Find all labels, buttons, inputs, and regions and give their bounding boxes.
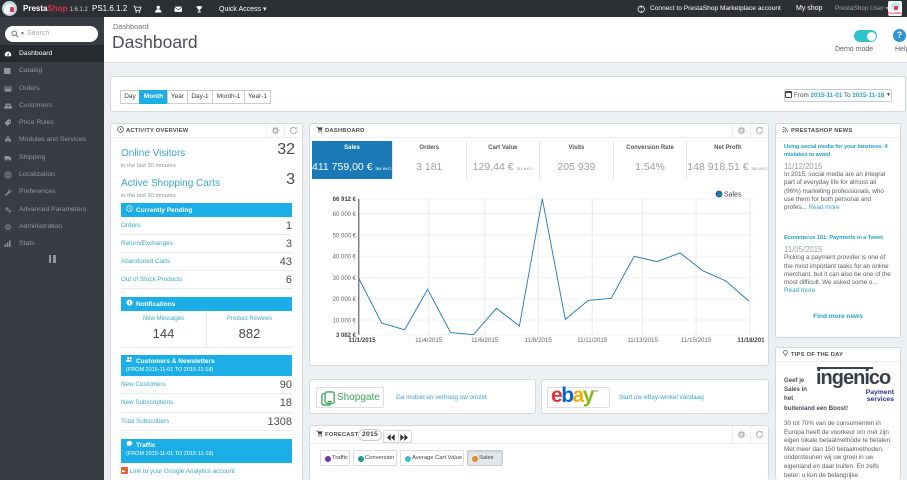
svg-text:11/18/201: 11/18/201 [737,337,765,344]
svg-text:40 000 €: 40 000 € [333,255,357,261]
svg-text:66 912 €: 66 912 € [333,197,357,203]
svg-text:10 000 €: 10 000 € [333,319,357,325]
svg-text:11/8/2015: 11/8/2015 [525,337,553,344]
svg-text:20 000 €: 20 000 € [333,297,357,303]
svg-text:11/13/2015: 11/13/2015 [627,337,658,344]
svg-text:50 000 €: 50 000 € [333,233,357,239]
svg-text:11/6/2015: 11/6/2015 [471,337,499,344]
svg-text:11/1/2015: 11/1/2015 [348,337,376,344]
svg-text:30 000 €: 30 000 € [333,276,357,282]
svg-text:11/4/2015: 11/4/2015 [415,337,443,344]
svg-text:60 000 €: 60 000 € [333,212,357,218]
svg-text:11/15/2015: 11/15/2015 [681,337,712,344]
svg-text:Sales: Sales [724,192,742,199]
svg-text:11/11/2015: 11/11/2015 [577,337,608,344]
